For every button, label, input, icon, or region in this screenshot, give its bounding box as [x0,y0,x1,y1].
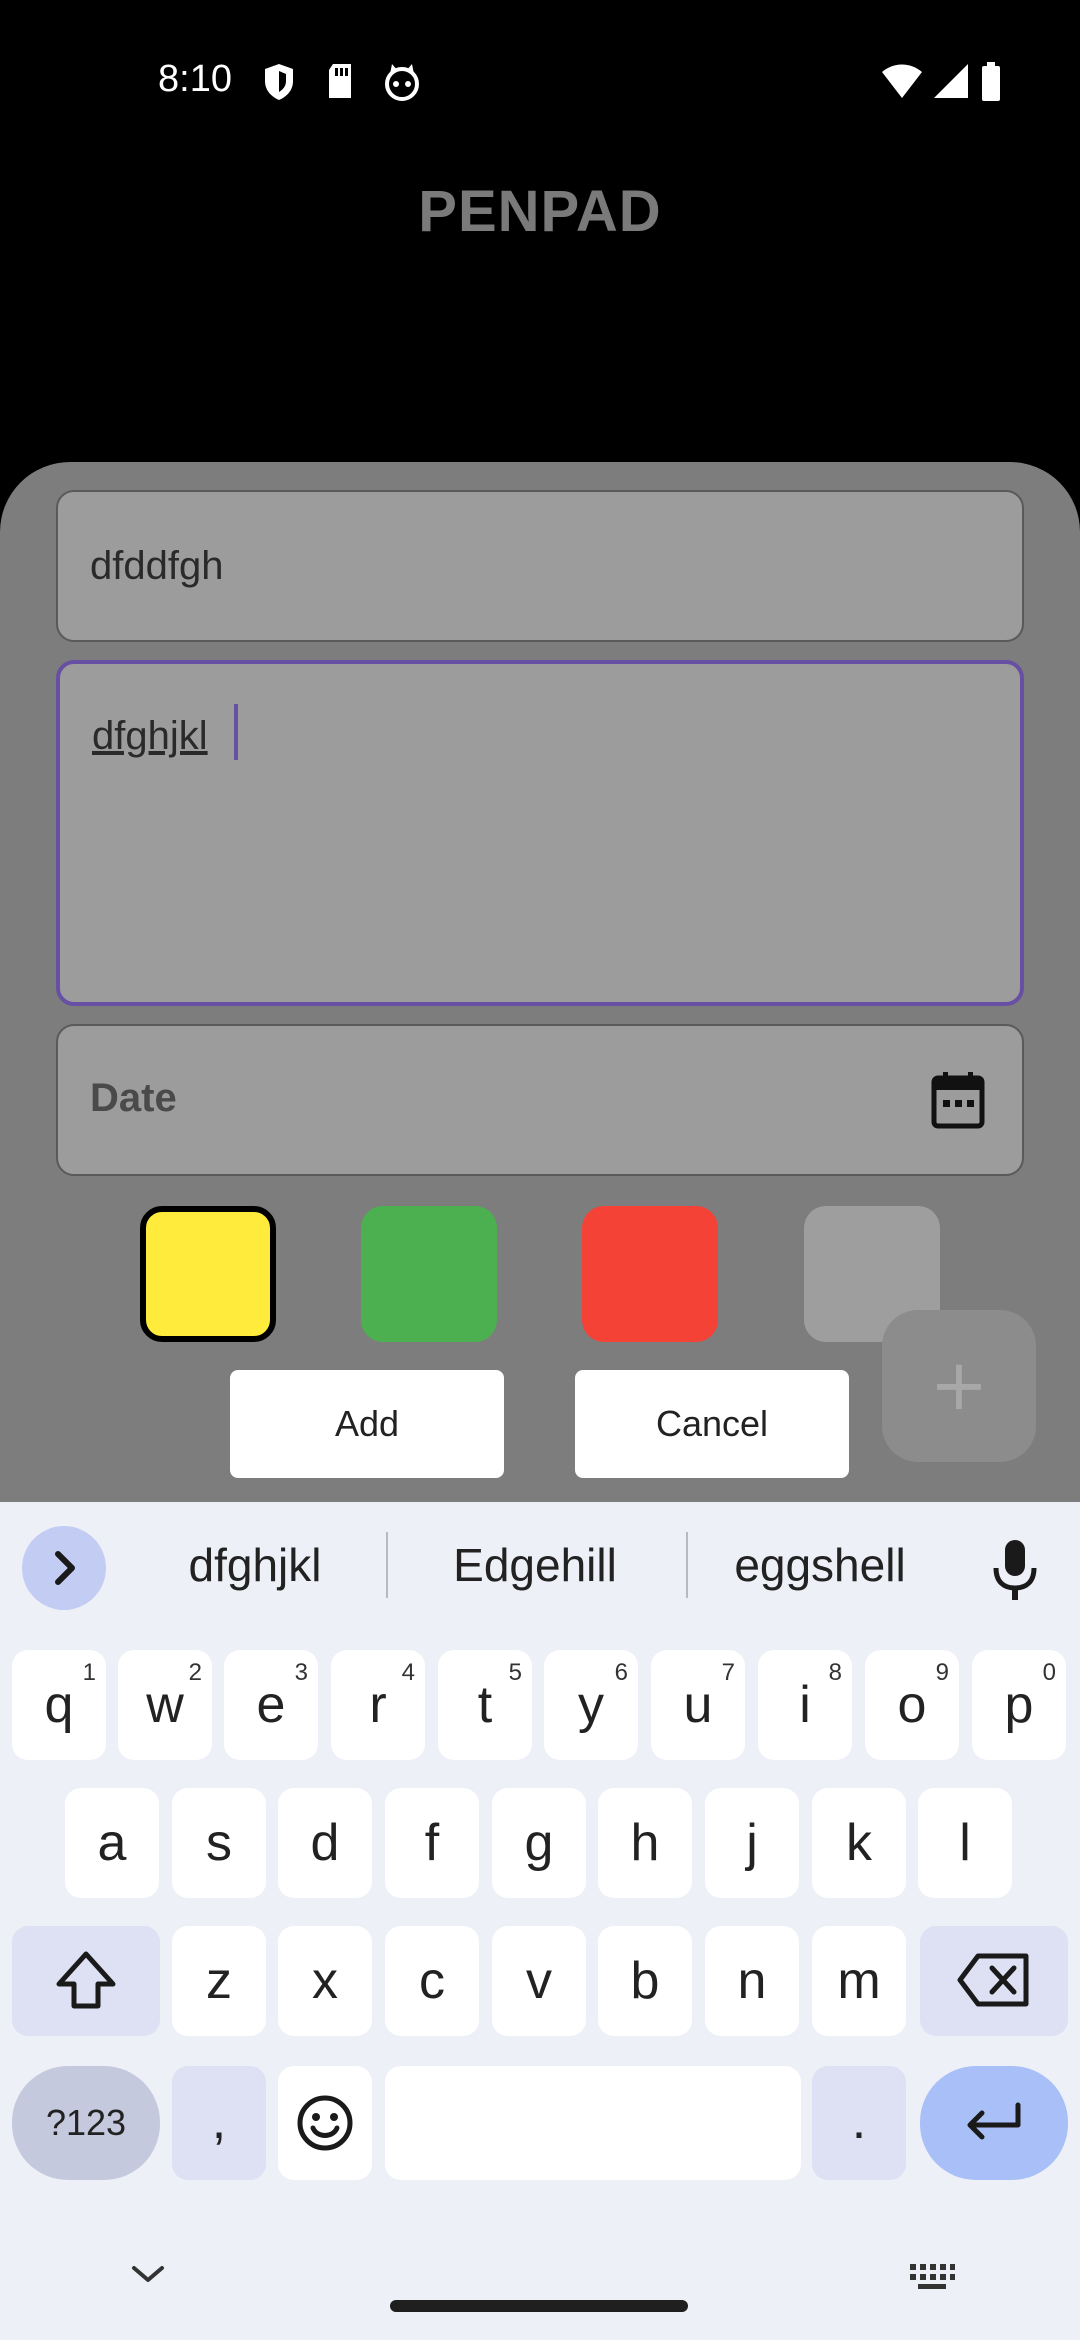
key-x[interactable]: x [278,1926,372,2036]
key-m[interactable]: m [812,1926,906,2036]
key-w[interactable]: w2 [118,1650,212,1760]
emoji-key[interactable] [278,2066,372,2180]
calendar-icon[interactable] [930,1070,986,1130]
key-n[interactable]: n [705,1926,799,2036]
key-i[interactable]: i8 [758,1650,852,1760]
suggestion-strip: dfghjkl Edgehill eggshell [0,1502,1080,1626]
key-r[interactable]: r4 [331,1650,425,1760]
mic-icon[interactable] [990,1538,1040,1602]
wifi-icon [882,64,922,98]
key-k[interactable]: k [812,1788,906,1898]
suggestion-1[interactable]: dfghjkl [140,1538,370,1592]
key-d[interactable]: d [278,1788,372,1898]
key-e[interactable]: e3 [224,1650,318,1760]
description-input[interactable]: dfghjkl [56,660,1024,1006]
color-swatch-green[interactable] [361,1206,497,1342]
comma-key[interactable]: , [172,2066,266,2180]
plus-icon: + [929,1344,989,1426]
key-f[interactable]: f [385,1788,479,1898]
date-placeholder: Date [90,1076,177,1120]
cancel-button[interactable]: Cancel [575,1370,849,1478]
key-a[interactable]: a [65,1788,159,1898]
key-g[interactable]: g [492,1788,586,1898]
status-time: 8:10 [158,58,232,100]
key-v[interactable]: v [492,1926,586,2036]
key-c[interactable]: c [385,1926,479,2036]
text-caret [234,704,238,760]
key-q[interactable]: q1 [12,1650,106,1760]
key-b[interactable]: b [598,1926,692,2036]
add-button[interactable]: Add [230,1370,504,1478]
shield-icon [265,64,293,100]
battery-icon [982,62,1000,101]
suggestion-2[interactable]: Edgehill [400,1538,670,1592]
home-indicator[interactable] [390,2300,688,2312]
backspace-icon [957,1953,1029,2007]
color-swatch-red[interactable] [582,1206,718,1342]
key-u[interactable]: u7 [651,1650,745,1760]
suggestion-divider [686,1532,688,1598]
description-input-value: dfghjkl [92,714,208,758]
date-input[interactable]: Date [56,1024,1024,1176]
status-bar: 8:10 [0,0,1080,165]
space-key[interactable] [385,2066,801,2180]
sd-card-icon [329,64,351,98]
chevron-down-icon[interactable] [128,2262,168,2286]
title-input[interactable]: dfddfgh [56,490,1024,642]
add-note-sheet: dfddfgh dfghjkl Date + Add Cancel [0,462,1080,1502]
suggestion-divider [386,1532,388,1598]
key-l[interactable]: l [918,1788,1012,1898]
key-s[interactable]: s [172,1788,266,1898]
enter-key[interactable] [920,2066,1068,2180]
soft-keyboard: dfghjkl Edgehill eggshell q1 w2 e3 r4 t5… [0,1502,1080,2340]
color-swatch-yellow[interactable] [140,1206,276,1342]
title-input-value: dfddfgh [90,544,224,588]
period-key[interactable]: . [812,2066,906,2180]
key-y[interactable]: y6 [544,1650,638,1760]
signal-icon [934,64,968,98]
key-t[interactable]: t5 [438,1650,532,1760]
backspace-key[interactable] [920,1926,1068,2036]
shift-key[interactable] [12,1926,160,2036]
suggestion-3[interactable]: eggshell [700,1538,940,1592]
app-title: PENPAD [418,179,662,244]
enter-icon [967,2102,1021,2140]
emoji-icon [297,2095,353,2151]
keyboard-icon[interactable] [908,2262,956,2292]
symbols-key[interactable]: ?123 [12,2066,160,2180]
key-j[interactable]: j [705,1788,799,1898]
shift-icon [56,1951,116,2009]
key-z[interactable]: z [172,1926,266,2036]
key-p[interactable]: p0 [972,1650,1066,1760]
add-note-fab[interactable]: + [882,1310,1036,1462]
key-o[interactable]: o9 [865,1650,959,1760]
key-h[interactable]: h [598,1788,692,1898]
suggestions-expand-button[interactable] [22,1526,106,1610]
cat-icon [385,64,419,101]
chevron-right-icon [55,1551,75,1585]
